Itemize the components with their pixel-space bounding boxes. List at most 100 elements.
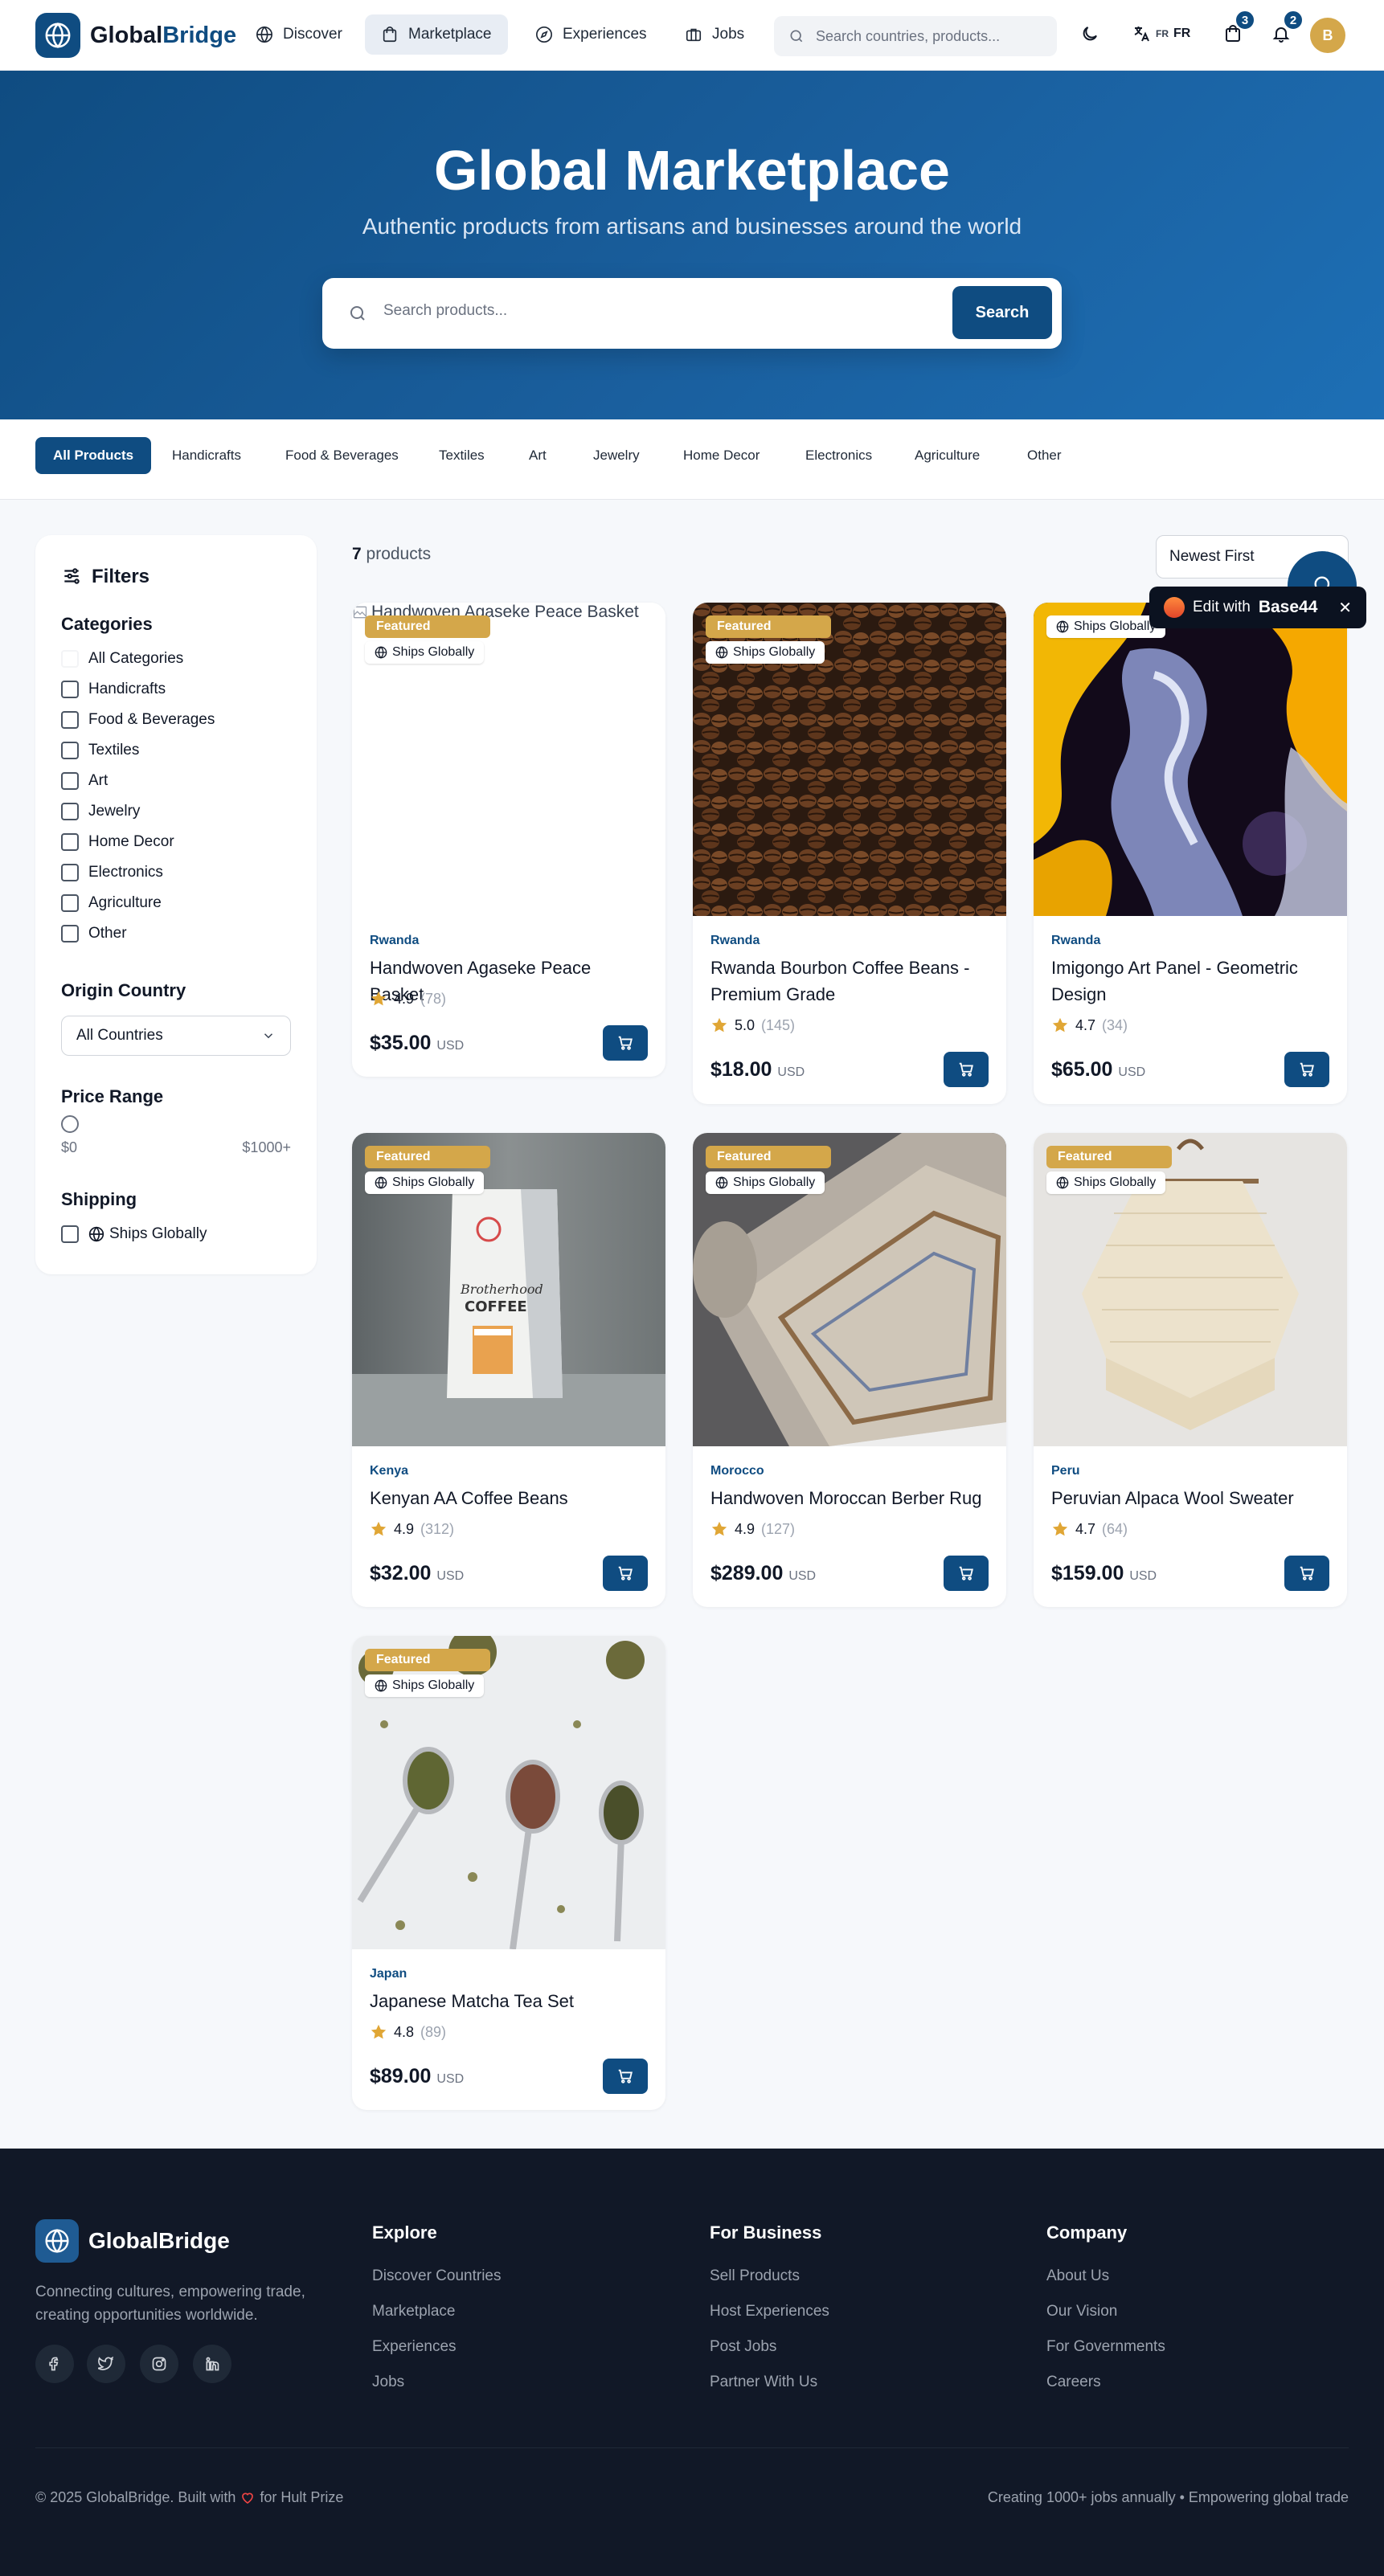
footer-link[interactable]: About Us bbox=[1046, 2267, 1109, 2285]
notifications-button[interactable]: 2 bbox=[1271, 10, 1304, 43]
shipping-filter-global[interactable]: Ships Globally bbox=[61, 1225, 207, 1243]
footer-brand[interactable]: GlobalBridge bbox=[35, 2219, 230, 2263]
product-name[interactable]: Peruvian Alpaca Wool Sweater bbox=[1051, 1485, 1329, 1511]
footer-link[interactable]: Post Jobs bbox=[710, 2338, 776, 2356]
product-card[interactable]: Featured Ships Globally Japan Japanese M… bbox=[352, 1636, 665, 2110]
footer-link[interactable]: Experiences bbox=[372, 2338, 457, 2356]
origin-country-select[interactable]: All Countries bbox=[61, 1016, 291, 1056]
add-to-cart-button[interactable] bbox=[1284, 1556, 1329, 1591]
product-card[interactable]: Brotherhood COFFEE Featured Ships Global… bbox=[352, 1133, 665, 1607]
close-icon[interactable]: ✕ bbox=[1338, 598, 1352, 618]
brand-logo[interactable]: GlobalBridge bbox=[35, 13, 236, 58]
checkbox[interactable] bbox=[61, 803, 79, 820]
product-card[interactable]: Featured Ships Globally Rwanda Rwanda Bo… bbox=[693, 603, 1006, 1104]
footer-link[interactable]: Partner With Us bbox=[710, 2374, 817, 2391]
price-max-label: $1000+ bbox=[242, 1139, 291, 1155]
product-card[interactable]: Featured Ships Globally Peru Peruvian Al… bbox=[1034, 1133, 1347, 1607]
ships-globally-badge: Ships Globally bbox=[1046, 615, 1166, 638]
product-country: Rwanda bbox=[1051, 934, 1101, 947]
category-tab-handicrafts[interactable]: Handicrafts bbox=[154, 437, 259, 474]
linkedin-link[interactable] bbox=[193, 2345, 231, 2383]
product-search-input[interactable]: Search products... bbox=[383, 302, 507, 320]
category-filter-art[interactable]: Art bbox=[61, 772, 108, 790]
footer-link[interactable]: Jobs bbox=[372, 2374, 404, 2391]
product-name[interactable]: Imigongo Art Panel - Geometric Design bbox=[1051, 955, 1329, 1008]
nav-link-discover[interactable]: Discover bbox=[240, 14, 358, 55]
checkbox[interactable] bbox=[61, 772, 79, 790]
global-search-input[interactable]: Search countries, products... bbox=[774, 16, 1057, 56]
checkbox[interactable] bbox=[61, 864, 79, 881]
category-tab-all-products[interactable]: All Products bbox=[35, 437, 152, 474]
footer-link[interactable]: Marketplace bbox=[372, 2303, 456, 2320]
add-to-cart-button[interactable] bbox=[944, 1052, 989, 1087]
checkbox[interactable] bbox=[61, 894, 79, 912]
category-tab-other[interactable]: Other bbox=[1009, 437, 1079, 474]
add-to-cart-button[interactable] bbox=[944, 1556, 989, 1591]
category-tab-art[interactable]: Art bbox=[511, 437, 564, 474]
twitter-link[interactable] bbox=[87, 2345, 125, 2383]
dark-mode-toggle[interactable] bbox=[1080, 24, 1099, 43]
chevron-down-icon bbox=[264, 1033, 273, 1039]
category-tab-electronics[interactable]: Electronics bbox=[788, 437, 890, 474]
product-image[interactable] bbox=[1034, 603, 1347, 916]
featured-badge: Featured bbox=[365, 1649, 490, 1671]
edit-with-base44-widget[interactable]: Edit with Base44 ✕ bbox=[1149, 587, 1366, 628]
category-filter-handicrafts[interactable]: Handicrafts bbox=[61, 681, 166, 698]
category-tab-home-decor[interactable]: Home Decor bbox=[665, 437, 777, 474]
category-filter-electronics[interactable]: Electronics bbox=[61, 864, 163, 881]
checkbox[interactable] bbox=[61, 681, 79, 698]
checkbox[interactable] bbox=[61, 650, 79, 668]
checkbox-label: Ships Globally bbox=[109, 1225, 207, 1242]
star-icon bbox=[371, 2024, 387, 2039]
price-range-slider[interactable] bbox=[61, 1115, 79, 1133]
category-filter-textiles[interactable]: Textiles bbox=[61, 742, 139, 759]
footer-link[interactable]: Host Experiences bbox=[710, 2303, 829, 2320]
footer-link[interactable]: Careers bbox=[1046, 2374, 1101, 2391]
nav-link-label: Experiences bbox=[563, 26, 647, 43]
product-card[interactable]: Ships Globally Rwanda Imigongo Art Panel… bbox=[1034, 603, 1347, 1104]
footer-column-heading: Explore bbox=[372, 2222, 437, 2243]
nav-link-experiences[interactable]: Experiences bbox=[519, 14, 663, 55]
footer-link[interactable]: Discover Countries bbox=[372, 2267, 502, 2285]
footer-link[interactable]: Sell Products bbox=[710, 2267, 800, 2285]
checkbox[interactable] bbox=[61, 925, 79, 942]
select-value: All Countries bbox=[76, 1027, 163, 1044]
add-to-cart-button[interactable] bbox=[1284, 1052, 1329, 1087]
category-filter-jewelry[interactable]: Jewelry bbox=[61, 803, 140, 820]
footer-link[interactable]: Our Vision bbox=[1046, 2303, 1117, 2320]
add-to-cart-button[interactable] bbox=[603, 1025, 648, 1061]
language-selector[interactable]: FR FR bbox=[1132, 24, 1190, 43]
nav-link-jobs[interactable]: Jobs bbox=[669, 14, 760, 55]
add-to-cart-button[interactable] bbox=[603, 1556, 648, 1591]
user-avatar[interactable]: B bbox=[1310, 18, 1345, 53]
add-to-cart-button[interactable] bbox=[603, 2059, 648, 2094]
product-name[interactable]: Japanese Matcha Tea Set bbox=[370, 1988, 648, 2014]
category-tab-textiles[interactable]: Textiles bbox=[421, 437, 502, 474]
footer-link[interactable]: For Governments bbox=[1046, 2338, 1165, 2356]
product-rating: 4.9 (78) bbox=[370, 990, 446, 1008]
instagram-link[interactable] bbox=[140, 2345, 178, 2383]
category-tab-agriculture[interactable]: Agriculture bbox=[897, 437, 997, 474]
checkbox[interactable] bbox=[61, 833, 79, 851]
category-filter-all[interactable]: All Categories bbox=[61, 650, 183, 668]
checkbox[interactable] bbox=[61, 742, 79, 759]
product-card[interactable]: Handwoven Agaseke Peace Basket Featured … bbox=[352, 603, 665, 1077]
category-filter-food-beverages[interactable]: Food & Beverages bbox=[61, 711, 215, 729]
product-name[interactable]: Rwanda Bourbon Coffee Beans - Premium Gr… bbox=[710, 955, 989, 1008]
checkbox[interactable] bbox=[61, 1225, 79, 1243]
search-button[interactable]: Search bbox=[952, 286, 1052, 339]
top-navbar: GlobalBridge Discover Marketplace Experi… bbox=[0, 0, 1384, 71]
category-filter-agriculture[interactable]: Agriculture bbox=[61, 894, 162, 912]
product-name[interactable]: Handwoven Moroccan Berber Rug bbox=[710, 1485, 989, 1511]
category-tab-food-beverages[interactable]: Food & Beverages bbox=[268, 437, 416, 474]
category-filter-other[interactable]: Other bbox=[61, 925, 127, 942]
product-name[interactable]: Kenyan AA Coffee Beans bbox=[370, 1485, 648, 1511]
checkbox[interactable] bbox=[61, 711, 79, 729]
category-tab-jewelry[interactable]: Jewelry bbox=[575, 437, 657, 474]
category-filter-home-decor[interactable]: Home Decor bbox=[61, 833, 174, 851]
cart-button[interactable]: 3 bbox=[1223, 10, 1255, 43]
facebook-link[interactable] bbox=[35, 2345, 74, 2383]
nav-link-marketplace[interactable]: Marketplace bbox=[365, 14, 508, 55]
product-card[interactable]: Featured Ships Globally Morocco Handwove… bbox=[693, 1133, 1006, 1607]
product-rating: 4.9 (127) bbox=[710, 1520, 795, 1538]
